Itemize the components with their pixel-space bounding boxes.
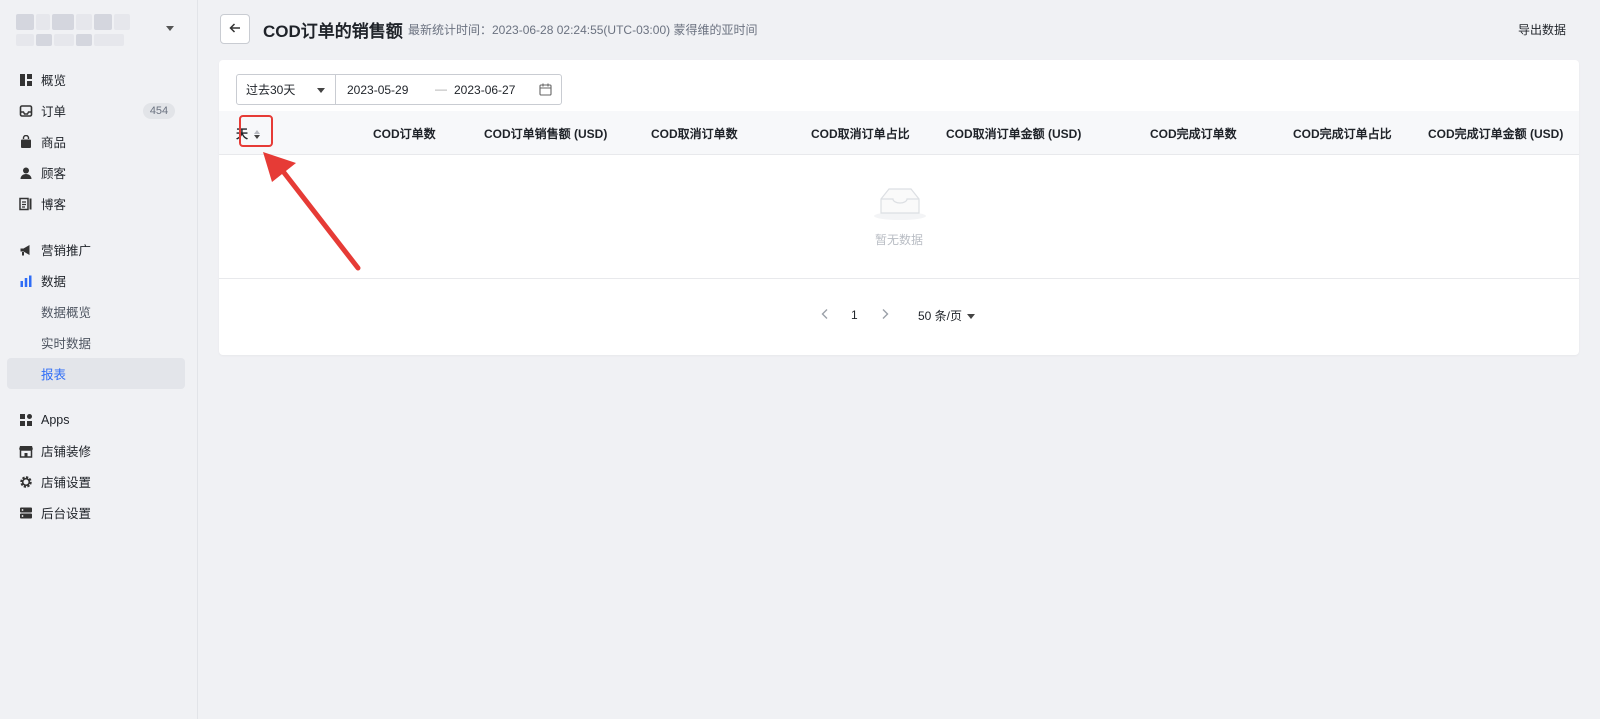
arrow-left-icon (228, 21, 242, 38)
blog-icon (19, 197, 33, 211)
sidebar-item-products[interactable]: 商品 (7, 126, 185, 157)
export-data-button[interactable]: 导出数据 (1518, 21, 1566, 38)
column-header-cod-cancel-rate: COD取消订单占比 (811, 127, 910, 141)
range-select-value: 过去30天 (246, 83, 296, 97)
back-button[interactable] (220, 14, 250, 44)
store-icon (19, 444, 33, 458)
column-header-cod-sales: COD订单销售额 (USD) (484, 127, 608, 141)
sidebar-item-label: 店铺装修 (41, 445, 92, 459)
sidebar-item-apps[interactable]: Apps (7, 404, 185, 435)
sidebar-item-label: 商品 (41, 136, 67, 150)
sidebar-item-data[interactable]: 数据 (7, 265, 185, 296)
date-range-picker[interactable]: 2023-05-29 — 2023-06-27 (335, 74, 562, 105)
sidebar: 概览 订单 454 商品 顾客 博客 营销推广 数据 数据概览 实时数据 报表 … (0, 0, 198, 719)
sidebar-item-customers[interactable]: 顾客 (7, 157, 185, 188)
chevron-down-icon (317, 88, 325, 93)
table-header: 天 COD订单数 COD订单销售额 (USD) COD取消订单数 COD取消订单… (219, 111, 1579, 155)
bag-icon (19, 134, 33, 149)
sidebar-item-label: 营销推广 (41, 244, 92, 258)
column-header-cod-completed-orders: COD完成订单数 (1150, 127, 1237, 141)
dashboard-icon (19, 73, 33, 87)
sidebar-item-blog[interactable]: 博客 (7, 188, 185, 219)
sidebar-item-label: 概览 (41, 74, 67, 88)
column-header-cod-completed-amount: COD完成订单金额 (USD) (1428, 127, 1564, 141)
annotation-highlight-box (239, 115, 273, 147)
empty-text: 暂无数据 (874, 233, 923, 247)
sidebar-item-overview[interactable]: 概览 (7, 64, 185, 95)
date-separator: — (435, 82, 447, 96)
inbox-icon (19, 104, 33, 118)
sidebar-item-reports[interactable]: 报表 (7, 358, 185, 389)
chevron-down-icon (967, 314, 976, 320)
empty-inbox-icon (873, 185, 927, 221)
page-size-value: 50 条/页 (918, 309, 963, 323)
server-icon (19, 506, 33, 520)
stat-time: 最新统计时间：2023-06-28 02:24:55(UTC-03:00) 蒙得… (408, 23, 758, 37)
date-range-preset-select[interactable]: 过去30天 (236, 74, 336, 105)
column-header-cod-cancelled-amount: COD取消订单金额 (USD) (946, 127, 1082, 141)
megaphone-icon (19, 243, 33, 257)
sidebar-item-label: 店铺设置 (41, 476, 92, 490)
sidebar-item-label: 实时数据 (41, 337, 92, 351)
sidebar-item-label: 报表 (41, 368, 67, 382)
sidebar-item-label: 博客 (41, 198, 67, 212)
sidebar-item-orders[interactable]: 订单 454 (7, 95, 185, 126)
column-header-cod-cancelled-orders: COD取消订单数 (651, 127, 738, 141)
sidebar-item-label: 数据概览 (41, 306, 92, 320)
report-card: 过去30天 2023-05-29 — 2023-06-27 天 COD订单数 C… (219, 60, 1579, 355)
sidebar-item-realtime[interactable]: 实时数据 (7, 327, 185, 358)
gear-icon (19, 475, 33, 489)
bar-chart-icon (19, 274, 33, 288)
empty-state: 暂无数据 (219, 155, 1579, 279)
sidebar-item-label: 顾客 (41, 167, 67, 181)
sidebar-item-data-overview[interactable]: 数据概览 (7, 296, 185, 327)
store-dropdown-icon[interactable] (166, 26, 174, 31)
user-icon (19, 166, 33, 180)
page-title: COD订单的销售额 (263, 22, 403, 41)
chevron-right-icon[interactable] (878, 307, 892, 321)
sidebar-item-admin-settings[interactable]: 后台设置 (7, 497, 185, 528)
page-size-select[interactable]: 50 条/页 (918, 307, 976, 324)
store-switcher[interactable] (16, 14, 136, 52)
end-date-input[interactable]: 2023-06-27 (454, 83, 515, 97)
sidebar-item-marketing[interactable]: 营销推广 (7, 234, 185, 265)
pagination: 1 50 条/页 (219, 279, 1579, 355)
order-count-badge: 454 (143, 103, 175, 119)
sidebar-item-label: Apps (41, 412, 70, 427)
sidebar-item-label: 数据 (41, 275, 67, 289)
calendar-icon (539, 83, 552, 96)
page-number[interactable]: 1 (851, 308, 858, 322)
apps-icon (19, 413, 33, 427)
sidebar-item-label: 后台设置 (41, 507, 92, 521)
column-header-cod-orders: COD订单数 (373, 127, 436, 141)
chevron-left-icon[interactable] (818, 307, 832, 321)
sidebar-nav: 概览 订单 454 商品 顾客 博客 营销推广 数据 数据概览 实时数据 报表 … (7, 64, 185, 528)
sidebar-item-store-settings[interactable]: 店铺设置 (7, 466, 185, 497)
sidebar-item-label: 订单 (41, 105, 67, 119)
sidebar-item-store-design[interactable]: 店铺装修 (7, 435, 185, 466)
start-date-input[interactable]: 2023-05-29 (347, 83, 408, 97)
column-header-cod-completion-rate: COD完成订单占比 (1293, 127, 1392, 141)
